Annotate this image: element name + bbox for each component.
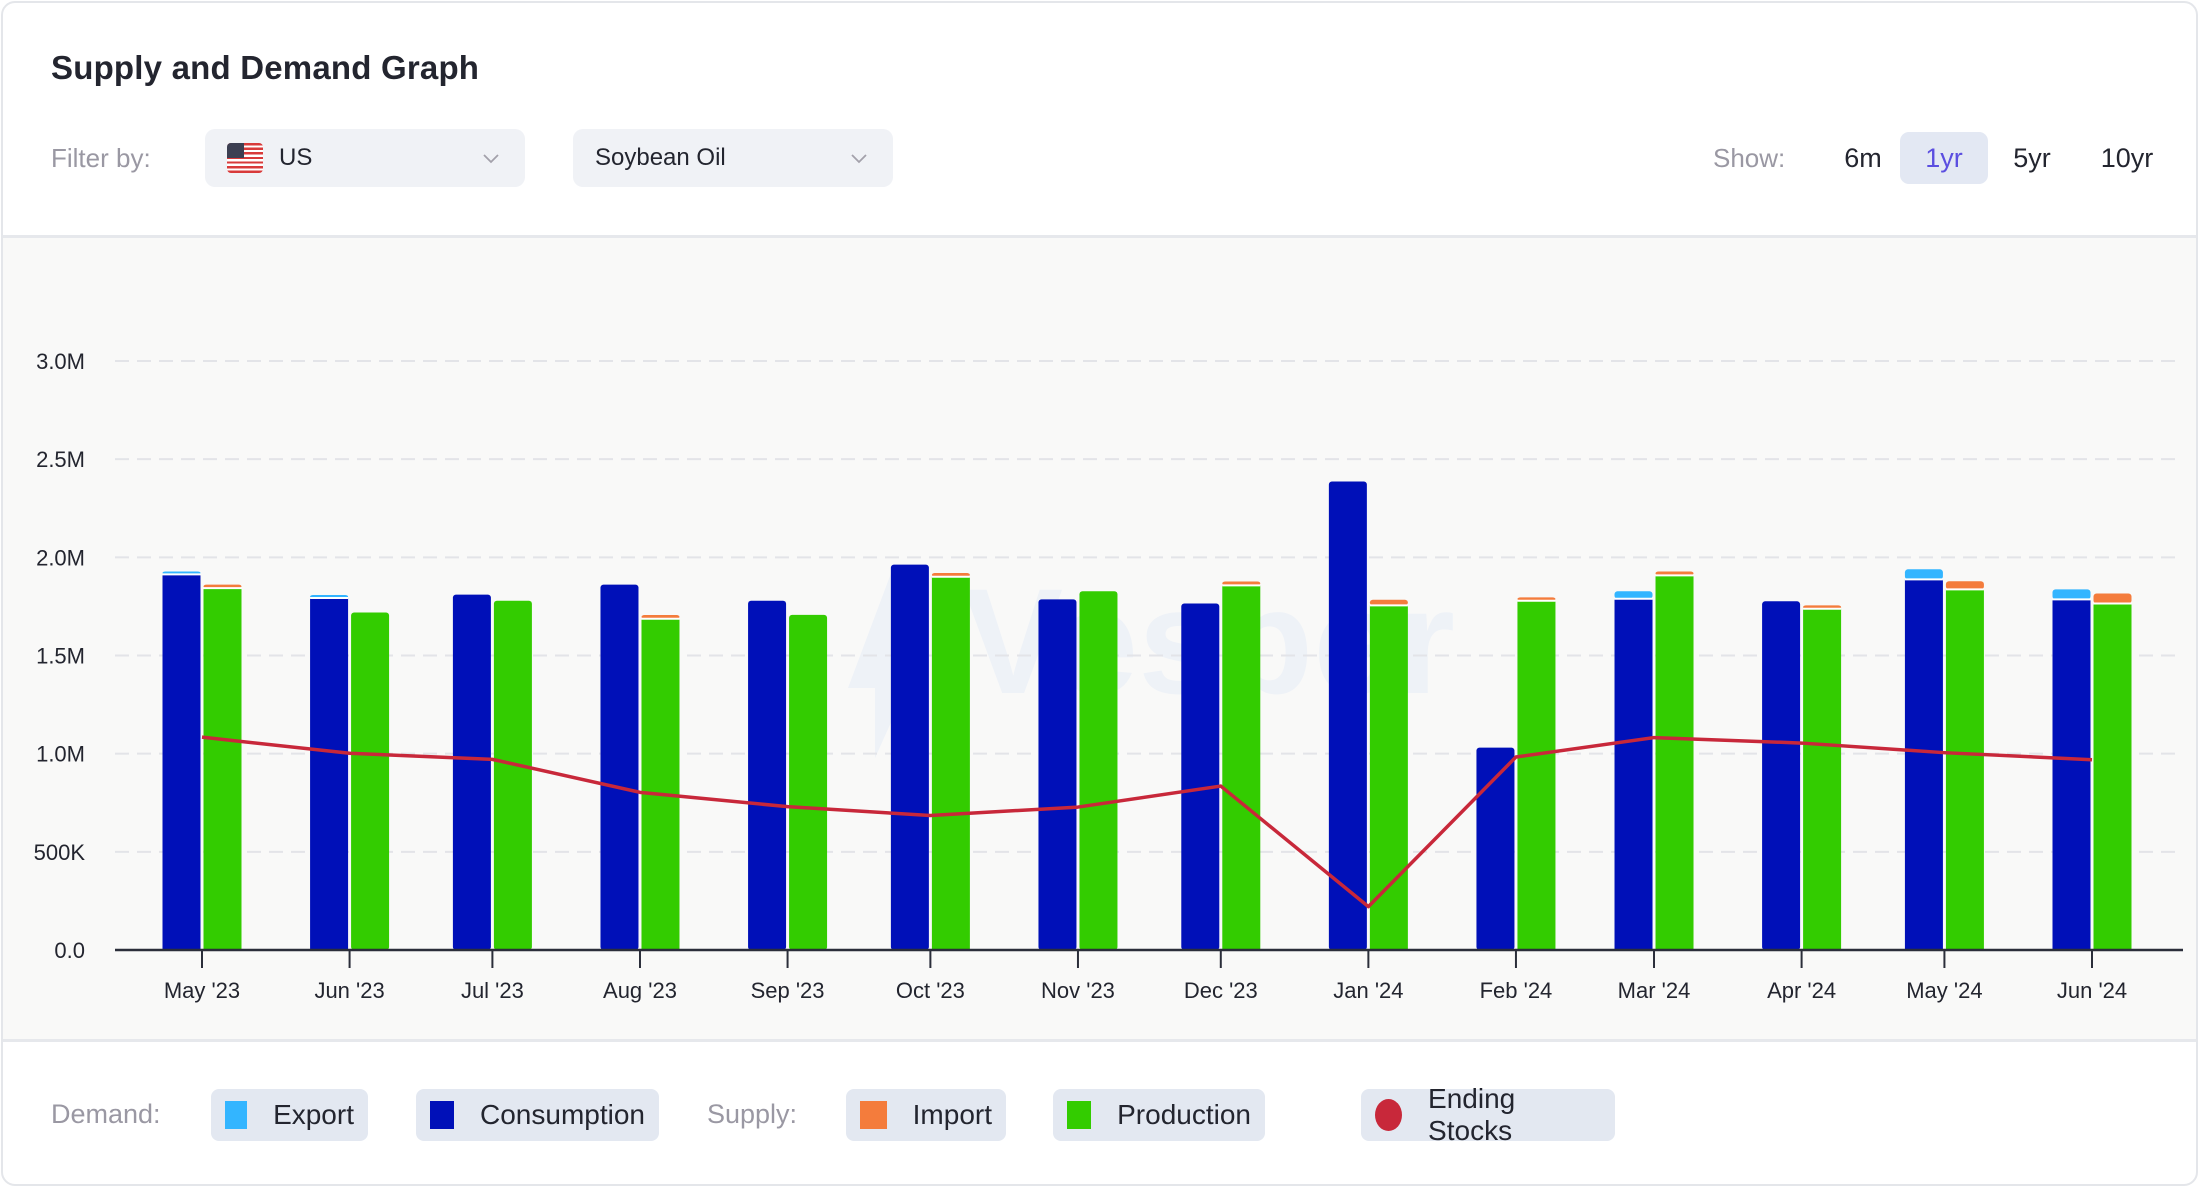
x-tick-label: Oct '23: [896, 978, 965, 1003]
production-bar: [1517, 600, 1556, 950]
x-tick-label: May '24: [1906, 978, 1982, 1003]
legend-item-import[interactable]: Import: [846, 1089, 1006, 1141]
country-dropdown-value: US: [279, 144, 313, 171]
x-tick-label: May '23: [164, 978, 240, 1003]
x-axis: May '23 Jun '23 Jul '23 Aug '23 Sep '23 Oct '…: [115, 948, 2183, 1003]
production-bar: [789, 614, 828, 950]
production-bar: [493, 600, 532, 950]
legend-text: Import: [912, 1099, 992, 1130]
import-bar: [2093, 593, 2132, 604]
consumption-bar: [2052, 599, 2091, 950]
consumption-bar: [1614, 598, 1653, 950]
export-bar: [1614, 591, 1653, 599]
consumption-bar: [748, 600, 787, 950]
legend-item-ending-stocks[interactable]: Ending Stocks: [1361, 1083, 1615, 1146]
legend-item-export[interactable]: Export: [211, 1089, 368, 1141]
consumption-bar: [1181, 603, 1220, 950]
production-bar: [1655, 575, 1694, 950]
production-bar: [1222, 585, 1261, 950]
y-tick-label: 2.0M: [36, 545, 85, 570]
ending-stocks-swatch-icon: [1375, 1099, 1403, 1131]
production-bar: [641, 618, 680, 950]
production-bar: [203, 588, 242, 950]
chevron-down-icon: [483, 154, 499, 164]
production-bar: [1945, 589, 1984, 950]
x-tick-label: Nov '23: [1041, 978, 1115, 1003]
export-bar: [1904, 569, 1943, 580]
chart-area: Vesper 0.0500K1.0M1.5M2.0M2.5M3.0M May '…: [3, 238, 2196, 1039]
range-6m-button[interactable]: 6m: [1831, 132, 1895, 184]
legend-demand-label: Demand:: [51, 1099, 161, 1129]
show-label: Show:: [1713, 143, 1786, 173]
consumption-bar: [310, 597, 349, 950]
export-swatch-icon: [225, 1101, 248, 1129]
range-10yr-button[interactable]: 10yr: [2085, 132, 2169, 184]
x-tick-label: Dec '23: [1184, 978, 1258, 1003]
consumption-bar: [600, 584, 639, 950]
legend-item-consumption[interactable]: Consumption: [416, 1089, 659, 1141]
product-dropdown[interactable]: Soybean Oil: [573, 129, 893, 187]
consumption-bar: [452, 594, 491, 950]
production-bar: [2093, 603, 2132, 950]
x-tick-label: Feb '24: [1480, 978, 1553, 1003]
y-tick-label: 1.5M: [36, 644, 85, 669]
export-bar: [2052, 589, 2091, 600]
import-bar: [1945, 581, 1984, 590]
x-tick-label: Jan '24: [1333, 978, 1403, 1003]
chevron-down-icon: [851, 154, 867, 164]
filter-label: Filter by:: [51, 143, 151, 173]
consumption-bar: [1904, 579, 1943, 950]
production-bar: [351, 612, 390, 950]
y-tick-label: 2.5M: [36, 447, 85, 472]
y-axis: 0.0 500K 1.0M 1.5M 2.0M 2.5M 3.0M: [34, 349, 86, 963]
consumption-bar: [890, 564, 929, 950]
legend-text: Export: [273, 1099, 354, 1130]
us-flag-icon: [227, 143, 263, 173]
legend-item-production[interactable]: Production: [1053, 1089, 1265, 1141]
y-tick-label: 0.0: [54, 938, 85, 963]
production-bar: [931, 576, 970, 950]
consumption-bar: [1762, 601, 1801, 950]
y-tick-label: 1.0M: [36, 742, 85, 767]
production-swatch-icon: [1067, 1101, 1092, 1129]
x-tick-label: Apr '24: [1767, 978, 1836, 1003]
import-swatch-icon: [860, 1101, 887, 1129]
x-tick-label: Aug '23: [603, 978, 677, 1003]
consumption-bar: [1038, 599, 1077, 950]
consumption-bar: [162, 574, 201, 950]
range-5yr-button[interactable]: 5yr: [1997, 132, 2067, 184]
production-bar: [1803, 608, 1842, 950]
legend-supply-label: Supply:: [707, 1099, 798, 1129]
product-dropdown-value: Soybean Oil: [595, 144, 726, 171]
supply-demand-card: Supply and Demand Graph Filter by: US So…: [1, 1, 2198, 1186]
x-tick-label: Jun '23: [314, 978, 384, 1003]
country-dropdown[interactable]: US: [205, 129, 525, 187]
range-1yr-button[interactable]: 1yr: [1900, 132, 1988, 184]
x-tick-label: Jul '23: [461, 978, 524, 1003]
supply-demand-chart: Vesper 0.0500K1.0M1.5M2.0M2.5M3.0M May '…: [34, 349, 2183, 1003]
production-bar: [1079, 591, 1118, 950]
legend-text: Ending Stocks: [1428, 1083, 1516, 1146]
y-tick-label: 500K: [34, 840, 86, 865]
legend-text: Production: [1117, 1099, 1251, 1130]
page-title: Supply and Demand Graph: [51, 49, 480, 86]
legend-text: Consumption: [480, 1099, 645, 1130]
x-tick-label: Jun '24: [2057, 978, 2127, 1003]
x-tick-label: Mar '24: [1618, 978, 1691, 1003]
legend-divider: [3, 1039, 2196, 1042]
consumption-swatch-icon: [430, 1101, 455, 1129]
vesper-logo-icon: [848, 568, 893, 758]
x-tick-label: Sep '23: [751, 978, 825, 1003]
y-tick-label: 3.0M: [36, 349, 85, 374]
